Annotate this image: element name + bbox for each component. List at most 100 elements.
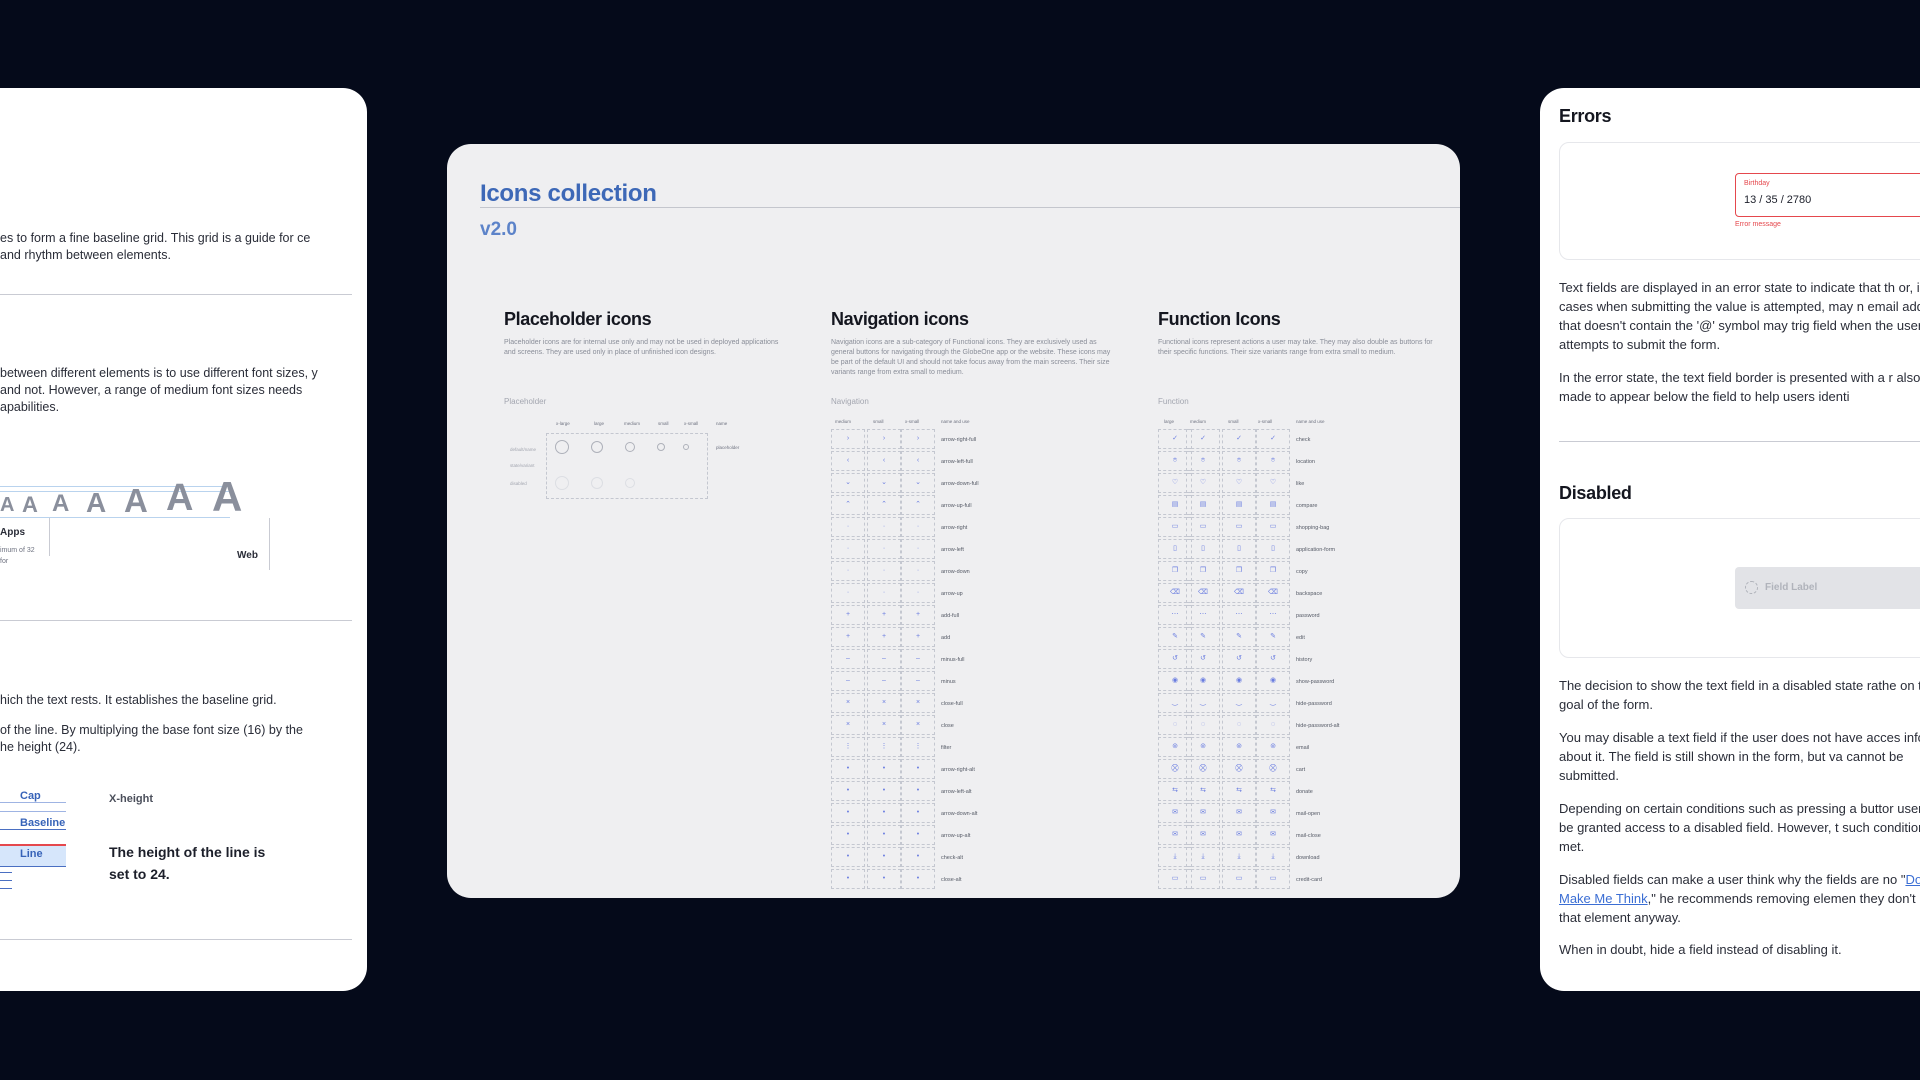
icon-row-close-full: × × × close-full [831, 693, 1113, 715]
line-label: Line [20, 848, 43, 860]
icon-name: arrow-left-full [941, 459, 973, 465]
arrow-down-full-icon: ⌄ [867, 473, 901, 493]
email-icon: ⊚ [1256, 737, 1290, 757]
arrow-up-alt-icon: • [867, 825, 901, 845]
icon-name: check-alt [941, 855, 964, 861]
disabled-paragraph: You may disable a text field if the user… [1559, 730, 1920, 783]
arrow-left-alt-icon: • [831, 781, 865, 801]
minus-full-icon: – [867, 649, 901, 669]
hide-password-icon: ‿ [1222, 693, 1256, 713]
email-icon: ⊚ [1222, 737, 1256, 757]
arrow-left-icon: · [867, 539, 901, 559]
icon-row-hide-password: ‿ ‿ ‿ ‿ hide-password [1158, 693, 1440, 715]
icon-row-arrow-left: · · · arrow-left [831, 539, 1113, 561]
icon-name: arrow-down [941, 569, 970, 575]
minus-icon: – [901, 671, 935, 691]
close-alt-icon: • [867, 869, 901, 889]
icon-row-hide-password-alt: ◌ ◌ ◌ ◌ hide-password-alt [1158, 715, 1440, 737]
icon-name: minus-full [941, 657, 965, 663]
icon-row-arrow-right-full: › › › arrow-right-full [831, 429, 1113, 451]
close-alt-icon: • [901, 869, 935, 889]
compare-icon: ▤ [1256, 495, 1290, 515]
glyph-sample: A [124, 482, 148, 519]
show-password-icon: ◉ [1222, 671, 1256, 691]
icon-name: arrow-down-alt [941, 811, 978, 817]
check-alt-icon: • [831, 847, 865, 867]
icon-name: arrow-up-alt [941, 833, 971, 839]
icon-name: arrow-up-full [941, 503, 972, 509]
location-icon: ⌾ [1186, 451, 1220, 471]
copy-icon: ❐ [1256, 561, 1290, 581]
arrow-up-full-icon: ⌃ [901, 495, 935, 515]
function-icons-section: Function Icons Functional icons represen… [1158, 309, 1440, 889]
font-size-paragraph: between different elements is to use dif… [0, 366, 318, 414]
icon-row-close: × × × close [831, 715, 1113, 737]
arrow-down-full-icon: ⌄ [901, 473, 935, 493]
icon-name: arrow-right-full [941, 437, 977, 443]
birthday-field[interactable]: Birthday 13 / 35 / 2780 [1735, 173, 1920, 217]
icon-name: arrow-right-alt [941, 767, 975, 773]
copy-icon: ❐ [1186, 561, 1220, 581]
icon-name: add-full [941, 613, 960, 619]
icon-row-like: ♡ ♡ ♡ ♡ like [1158, 473, 1440, 495]
icon-row-compare: ▤ ▤ ▤ ▤ compare [1158, 495, 1440, 517]
icon-name: close [941, 723, 954, 729]
icon-row-mail-open: ✉ ✉ ✉ ✉ mail-open [1158, 803, 1440, 825]
copy-icon: ❐ [1222, 561, 1256, 581]
donate-icon: ⇆ [1222, 781, 1256, 801]
close-full-icon: × [901, 693, 935, 713]
icon-row-arrow-down: · · · arrow-down [831, 561, 1113, 583]
filter-icon: ⋮ [867, 737, 901, 757]
icon-name: edit [1296, 635, 1305, 641]
cart-icon: ⛒ [1186, 759, 1220, 779]
placeholder-icon [657, 443, 665, 451]
check-alt-icon: • [901, 847, 935, 867]
icon-name: copy [1296, 569, 1308, 575]
show-password-icon: ◉ [1256, 671, 1290, 691]
arrow-left-full-icon: ‹ [867, 451, 901, 471]
arrow-up-alt-icon: • [901, 825, 935, 845]
icon-name: add [941, 635, 951, 641]
icon-row-arrow-up-full: ⌃ ⌃ ⌃ arrow-up-full [831, 495, 1113, 517]
placeholder-grid [546, 433, 708, 499]
password-icon: ⋯ [1256, 605, 1290, 625]
divider [0, 939, 352, 940]
arrow-left-full-icon: ‹ [901, 451, 935, 471]
hide-password-icon: ‿ [1256, 693, 1290, 713]
icon-name: application-form [1296, 547, 1336, 553]
icon-row-download: ⤓ ⤓ ⤓ ⤓ download [1158, 847, 1440, 869]
icon-name: arrow-up [941, 591, 963, 597]
arrow-right-icon: · [831, 517, 865, 537]
arrow-down-icon: · [901, 561, 935, 581]
placeholder-icon [625, 442, 635, 452]
icon-row-edit: ✎ ✎ ✎ ✎ edit [1158, 627, 1440, 649]
icon-name: arrow-left [941, 547, 964, 553]
errors-heading: Errors [1559, 106, 1612, 126]
icon-row-arrow-left-full: ‹ ‹ ‹ arrow-left-full [831, 451, 1113, 473]
show-password-icon: ◉ [1186, 671, 1220, 691]
category-label: Navigation [831, 397, 869, 406]
icon-row-check: ✓ ✓ ✓ ✓ check [1158, 429, 1440, 451]
icon-row-application-form: ▯ ▯ ▯ ▯ application-form [1158, 539, 1440, 561]
icon-name: check [1296, 437, 1311, 443]
icon-row-check-alt: • • • check-alt [831, 847, 1113, 869]
disabled-paragraph: The decision to show the text field in a… [1559, 678, 1920, 712]
section-heading: Placeholder icons [504, 309, 652, 329]
credit-card-icon: ▭ [1186, 869, 1220, 889]
placeholder-icons-section: Placeholder icons Placeholder icons are … [504, 309, 786, 499]
category-label: Function [1158, 397, 1189, 406]
glyph-sample: A [212, 473, 243, 520]
minus-full-icon: – [831, 649, 865, 669]
placeholder-icon [591, 441, 603, 453]
icon-name: compare [1296, 503, 1318, 509]
error-message: Error message [1735, 221, 1781, 228]
icons-collection-card: Icons collection v2.0 Placeholder icons … [447, 144, 1460, 898]
close-full-icon: × [831, 693, 865, 713]
history-icon: ↺ [1222, 649, 1256, 669]
password-icon: ⋯ [1222, 605, 1256, 625]
glyph-sample: A [52, 490, 70, 517]
line-height-paragraph: of the line. By multiplying the base fon… [0, 723, 303, 754]
arrow-left-alt-icon: • [901, 781, 935, 801]
mail-open-icon: ✉ [1256, 803, 1290, 823]
arrow-down-alt-icon: • [831, 803, 865, 823]
